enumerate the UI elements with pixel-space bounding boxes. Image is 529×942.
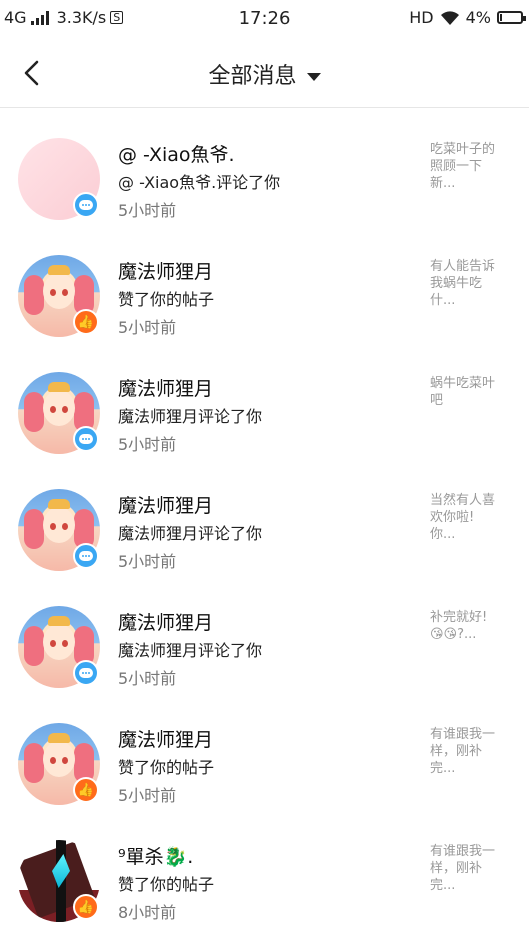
post-preview[interactable]: 蜗牛吃菜叶 吧 (430, 375, 512, 409)
message-text: 赞了你的帖子 (118, 875, 215, 894)
status-right: HD 4% (409, 8, 526, 27)
comment-icon (73, 192, 99, 218)
comment-icon (73, 426, 99, 452)
sender-name: ⁹單杀🐉. (118, 846, 194, 868)
message-text: 魔法师狸月评论了你 (118, 641, 263, 660)
caret-down-icon (306, 73, 321, 81)
message-item[interactable]: 魔法师狸月 魔法师狸月评论了你 5小时前 蜗牛吃菜叶 吧 (0, 342, 529, 459)
wifi-icon (440, 10, 459, 25)
message-list: @ -Xiao魚爷. @ -Xiao魚爷.评论了你 5小时前 吃菜叶子的 照顾一… (0, 108, 529, 927)
like-icon: 👍 (73, 894, 99, 920)
post-preview[interactable]: 有人能告诉 我蜗牛吃 什... (430, 258, 512, 309)
battery-percent: 4% (465, 8, 491, 27)
message-time: 5小时前 (118, 669, 177, 688)
sender-name: 魔法师狸月 (118, 612, 214, 634)
message-time: 5小时前 (118, 201, 177, 220)
hd-indicator: HD (409, 8, 434, 27)
post-preview[interactable]: 当然有人喜 欢你啦! 你... (430, 492, 512, 543)
message-time: 5小时前 (118, 786, 177, 805)
message-item[interactable]: 魔法师狸月 魔法师狸月评论了你 5小时前 当然有人喜 欢你啦! 你... (0, 459, 529, 576)
message-item[interactable]: 👍 魔法师狸月 赞了你的帖子 5小时前 有人能告诉 我蜗牛吃 什... (0, 225, 529, 342)
comment-icon (73, 543, 99, 569)
page-title: 全部消息 (208, 64, 297, 89)
sender-name: 魔法师狸月 (118, 729, 214, 751)
message-item[interactable]: 👍 ⁹單杀🐉. 赞了你的帖子 8小时前 有谁跟我一 样，刚补 完... (0, 810, 529, 927)
message-text: 赞了你的帖子 (118, 758, 215, 777)
like-icon: 👍 (73, 309, 99, 335)
message-text: 魔法师狸月评论了你 (118, 407, 263, 426)
message-time: 5小时前 (118, 318, 177, 337)
message-time: 5小时前 (118, 435, 177, 454)
post-preview[interactable]: 吃菜叶子的 照顾一下 新... (430, 141, 512, 192)
title-dropdown[interactable]: 全部消息 (0, 58, 529, 90)
post-preview[interactable]: 补完就好! 😘😘?... (430, 609, 512, 643)
message-item[interactable]: 👍 魔法师狸月 赞了你的帖子 5小时前 有谁跟我一 样，刚补 完... (0, 693, 529, 810)
sender-name: @ -Xiao魚爷. (118, 144, 235, 166)
battery-icon (497, 11, 526, 24)
message-time: 5小时前 (118, 552, 177, 571)
message-text: @ -Xiao魚爷.评论了你 (118, 173, 281, 192)
like-icon: 👍 (73, 777, 99, 803)
message-text: 魔法师狸月评论了你 (118, 524, 263, 543)
post-preview[interactable]: 有谁跟我一 样，刚补 完... (430, 843, 512, 894)
message-item[interactable]: @ -Xiao魚爷. @ -Xiao魚爷.评论了你 5小时前 吃菜叶子的 照顾一… (0, 108, 529, 225)
post-preview[interactable]: 有谁跟我一 样，刚补 完... (430, 726, 512, 777)
sender-name: 魔法师狸月 (118, 261, 214, 283)
comment-icon (73, 660, 99, 686)
sender-name: 魔法师狸月 (118, 378, 214, 400)
message-item[interactable]: 魔法师狸月 魔法师狸月评论了你 5小时前 补完就好! 😘😘?... (0, 576, 529, 693)
status-bar: 4G 3.3K/s S 17:26 HD 4% (0, 0, 529, 36)
message-time: 8小时前 (118, 903, 177, 922)
header: 全部消息 (0, 36, 529, 108)
message-text: 赞了你的帖子 (118, 290, 215, 309)
sender-name: 魔法师狸月 (118, 495, 214, 517)
